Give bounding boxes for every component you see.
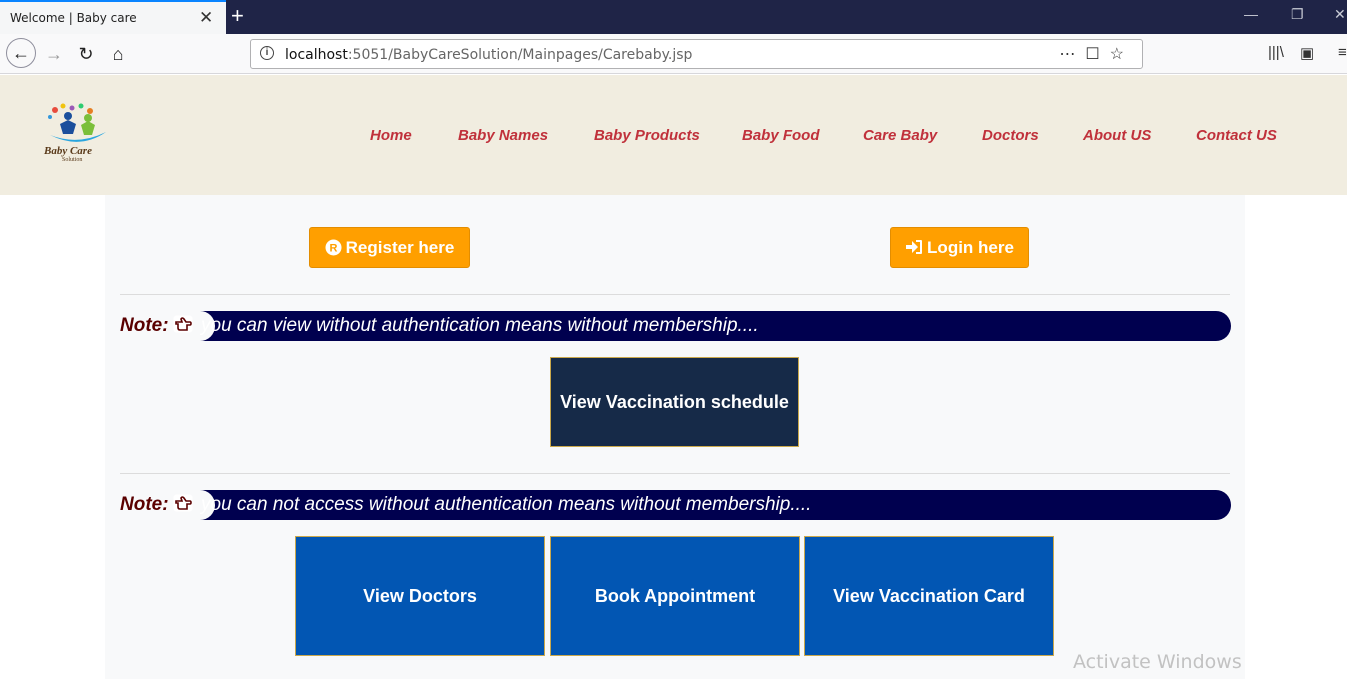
register-button[interactable]: R Register here (309, 227, 470, 268)
reload-icon[interactable]: ↻ (72, 40, 100, 68)
restore-icon[interactable]: ❐ (1291, 6, 1304, 23)
menu-care-baby[interactable]: Care Baby (863, 127, 937, 144)
register-label: Register here (345, 238, 455, 257)
logo-graphic-icon (48, 103, 106, 142)
menu-about-us[interactable]: About US (1083, 127, 1151, 144)
new-tab-icon[interactable]: + (231, 3, 244, 29)
note-text-private: you can not access without authenticatio… (201, 494, 812, 515)
note-bar-public: Note: you can view without authenticatio… (120, 311, 1231, 341)
browser-tab-bar: Welcome | Baby care ✕ + — ❐ ✕ (0, 0, 1347, 34)
minimize-icon[interactable]: — (1244, 6, 1258, 22)
site-header: Baby Care Solution Home Baby Names Baby … (0, 75, 1347, 195)
note-text-public: you can view without authentication mean… (201, 315, 759, 336)
view-vaccination-card-button[interactable]: View Vaccination Card (804, 536, 1054, 656)
menu-doctors[interactable]: Doctors (982, 127, 1039, 144)
menu-home[interactable]: Home (370, 127, 412, 144)
menu-baby-names[interactable]: Baby Names (458, 127, 548, 144)
page-actions-icon[interactable]: ⋯☐☆ (1059, 44, 1134, 64)
menu-baby-food[interactable]: Baby Food (742, 127, 820, 144)
registered-icon: R (325, 239, 342, 256)
window-close-icon[interactable]: ✕ (1334, 6, 1346, 23)
sidebar-icon[interactable]: ▣ (1300, 44, 1314, 62)
browser-tab[interactable]: Welcome | Baby care ✕ (0, 0, 226, 34)
view-doctors-button[interactable]: View Doctors (295, 536, 545, 656)
divider (120, 294, 1230, 295)
activate-windows-watermark: Activate Windows (1073, 651, 1242, 673)
back-icon[interactable]: ← (6, 38, 36, 68)
browser-nav-bar: ← → ↻ ⌂ i localhost:5051/BabyCareSolutio… (0, 34, 1347, 74)
address-bar[interactable]: i localhost:5051/BabyCareSolution/Mainpa… (250, 39, 1143, 69)
login-button[interactable]: Login here (890, 227, 1029, 268)
tab-title: Welcome | Baby care (10, 11, 137, 25)
sign-in-icon (906, 240, 923, 254)
logo-subtext: Solution (62, 157, 83, 163)
menu-contact-us[interactable]: Contact US (1196, 127, 1277, 144)
hand-pointing-icon (173, 494, 193, 512)
menu-baby-products[interactable]: Baby Products (594, 127, 700, 144)
home-icon[interactable]: ⌂ (104, 40, 132, 68)
note-bar-private: Note: you can not access without authent… (120, 490, 1231, 520)
view-vaccination-schedule-button[interactable]: View Vaccination schedule (550, 357, 799, 447)
url-text: localhost:5051/BabyCareSolution/Mainpage… (285, 47, 693, 63)
menu-icon[interactable]: ≡ (1338, 44, 1347, 61)
forward-icon[interactable]: → (40, 40, 68, 68)
svg-text:R: R (329, 243, 337, 255)
hand-pointing-icon (173, 315, 193, 333)
logo-text: Baby Care (44, 145, 92, 157)
close-tab-icon[interactable]: ✕ (199, 8, 213, 28)
divider (120, 473, 1230, 474)
library-icon[interactable]: |||\ (1268, 44, 1284, 61)
book-appointment-button[interactable]: Book Appointment (550, 536, 800, 656)
info-icon[interactable]: i (260, 46, 274, 60)
login-label: Login here (927, 238, 1014, 257)
main-content: R Register here Login here Note: you can… (105, 195, 1245, 679)
